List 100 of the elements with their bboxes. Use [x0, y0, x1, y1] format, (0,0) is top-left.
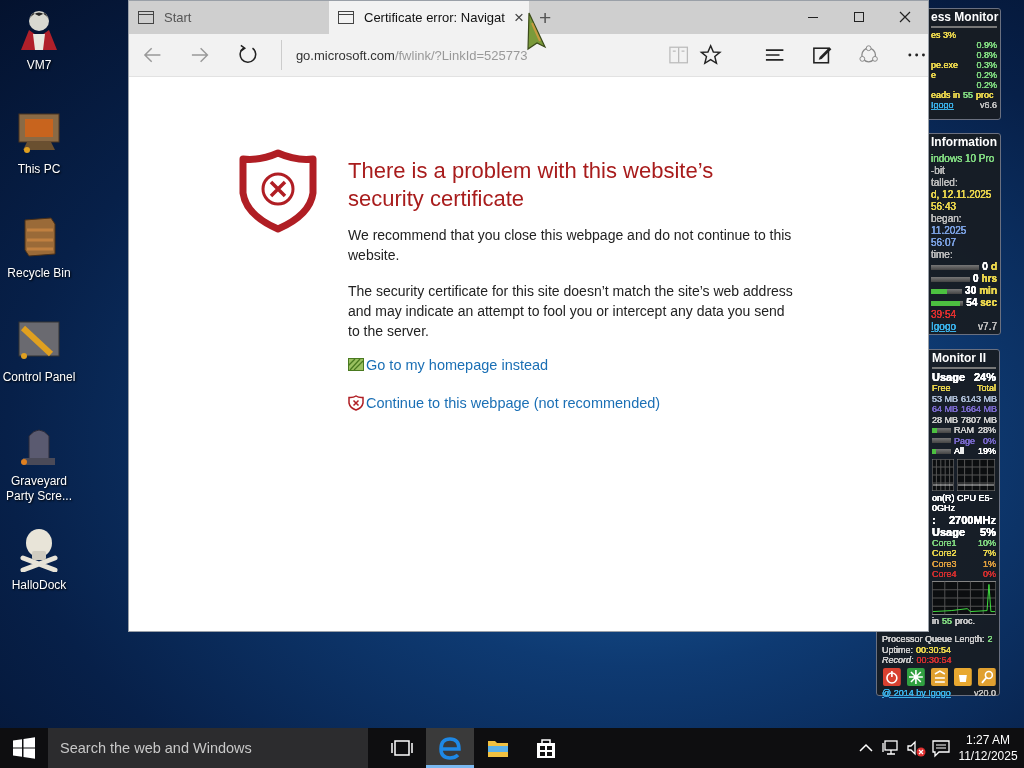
shield-error-icon [348, 395, 364, 411]
gadget-text: 0 [972, 273, 979, 285]
link[interactable]: @ 2014 by Igogo [882, 687, 951, 698]
gadget-text: min [979, 285, 997, 297]
gadget-text: 53 MB [932, 393, 958, 404]
gadget-text: 0.2% [976, 80, 997, 90]
gadget-text: sec [980, 297, 997, 309]
desktop-icon-label[interactable]: HalloDock [0, 578, 78, 593]
gadget-text: 19% [978, 446, 996, 457]
gadget-text: 0GHz [932, 503, 955, 514]
gadget-text: 0% [983, 569, 996, 580]
desktop-icon-label[interactable]: Control Panel [0, 370, 78, 385]
shield-error-icon [238, 149, 318, 233]
gadget-text: 0.9% [976, 40, 997, 50]
gadget-button[interactable] [954, 667, 973, 686]
link[interactable]: Igogo [931, 321, 957, 333]
gadget-text: 55 [963, 90, 974, 100]
gadget-text: 28% [978, 425, 996, 436]
gadget-button[interactable] [930, 667, 949, 686]
link[interactable]: Igogo [931, 100, 954, 110]
gadget-text: Usage [932, 525, 966, 538]
page-icon [337, 9, 355, 26]
striped-tile-icon [348, 358, 364, 372]
error-message: We recommend that you close this webpage and do not continue to this website. [348, 226, 793, 265]
gadget-text: v6.6 [980, 100, 997, 110]
gadget-text: Total [977, 383, 996, 394]
gadget-text: 1664 MB [961, 404, 998, 415]
close-tab-button[interactable]: × [513, 7, 524, 28]
gadget-text: in [932, 615, 939, 626]
search-field[interactable]: Search the web and Windows [48, 728, 368, 768]
gadget-text: hrs [981, 273, 997, 285]
tab[interactable]: Start [129, 1, 329, 34]
gadget-text: proc [976, 90, 994, 100]
clock-date[interactable]: 11/12/2025 [958, 748, 1018, 764]
gadget-text: 30 [965, 285, 977, 297]
gadget-title: ess Monitor [931, 9, 997, 28]
gadget-text: 5% [980, 525, 996, 538]
gadget-text: 0.3% [976, 60, 997, 70]
gadget-text: 56:07 [931, 237, 957, 249]
gadget-text: -bit [931, 165, 945, 177]
gadget-text: 7% [983, 548, 996, 559]
gadget-text: 0 [982, 261, 988, 273]
gadget-text: Core4 [932, 569, 957, 580]
gadget-text: Core2 [932, 548, 957, 559]
desktop-icon-label[interactable]: This PC [0, 162, 78, 177]
gadget-text: d [990, 261, 997, 273]
gadget-text: Record: [882, 655, 914, 666]
gadget-text: Core3 [932, 558, 957, 569]
gadget-text: 64 MB [932, 404, 958, 415]
gadget-text: 00:30:54 [916, 644, 952, 655]
star-icon[interactable] [698, 43, 722, 67]
gadget-text: Page [954, 435, 976, 446]
gadget-text: 28 MB [932, 414, 958, 425]
gadget-text: 54 [966, 297, 978, 309]
message-icon[interactable] [930, 737, 952, 759]
page-icon [137, 9, 155, 26]
gadget-text: RAM [954, 425, 974, 436]
desktop-icon-label[interactable]: Graveyard Party Scre... [0, 474, 78, 504]
desktop-icon-label[interactable]: VM7 [0, 58, 78, 73]
gadget-text: 0.8% [976, 50, 997, 60]
gadget-text: eads in [931, 90, 961, 100]
gadget-text: Usage [932, 371, 966, 383]
gadget-text: 7807 MB [961, 414, 998, 425]
gadget-text: 1% [983, 558, 996, 569]
gadget-text: v7.7 [978, 321, 997, 333]
gadget-text: 00:30:54 [916, 655, 952, 666]
gadget-button[interactable] [906, 667, 925, 686]
link[interactable]: Go to my homepage instead [366, 357, 549, 373]
gadget-text: All [954, 446, 964, 457]
gadget-text: 2700MHz [948, 513, 996, 526]
browser-icon[interactable] [426, 728, 474, 768]
gadget-text: 0% [983, 435, 996, 446]
gadget-text: 2 [987, 634, 993, 645]
gadget-text: talled: [931, 177, 958, 189]
gadget-text: on(R) CPU E5- [932, 492, 993, 503]
gadget-button[interactable] [883, 667, 901, 686]
gadget-text: 39:54 [931, 309, 957, 321]
gadget-text: Free [932, 383, 951, 394]
link[interactable]: Continue to this webpage (not recommended) [366, 395, 661, 411]
tab[interactable]: Certificate error: Navigat × [329, 1, 529, 34]
gadget-text: 55 [942, 615, 953, 626]
gadget-text: pe.exe [931, 60, 959, 70]
gadget-title: Monitor II [932, 350, 996, 369]
gadget-text: d, 12.11.2025 [931, 189, 992, 201]
desktop-icon-label[interactable]: Recycle Bin [0, 266, 78, 281]
gadget-text: Uptime: [882, 644, 913, 655]
gadget-text: 11.2025 [931, 225, 967, 237]
new-tab-button[interactable]: + [539, 5, 552, 30]
gadget-text: es 3% [931, 30, 956, 40]
gadget-text: indows 10 Pro [931, 153, 995, 165]
gadget-text: 6143 MB [961, 393, 998, 404]
gadget-text: : [932, 513, 936, 526]
gadget-text: v20.0 [973, 687, 996, 698]
gadget-button[interactable] [978, 667, 996, 686]
gadget-text: began: [931, 213, 962, 225]
gadget-text: 56:43 [931, 201, 957, 213]
error-heading: There is a problem with this website’s security certificate [348, 157, 715, 213]
gadget-text: 10% [978, 537, 996, 548]
gadget-title: Information [931, 134, 997, 151]
clock-time[interactable]: 1:27 AM [966, 732, 1010, 748]
